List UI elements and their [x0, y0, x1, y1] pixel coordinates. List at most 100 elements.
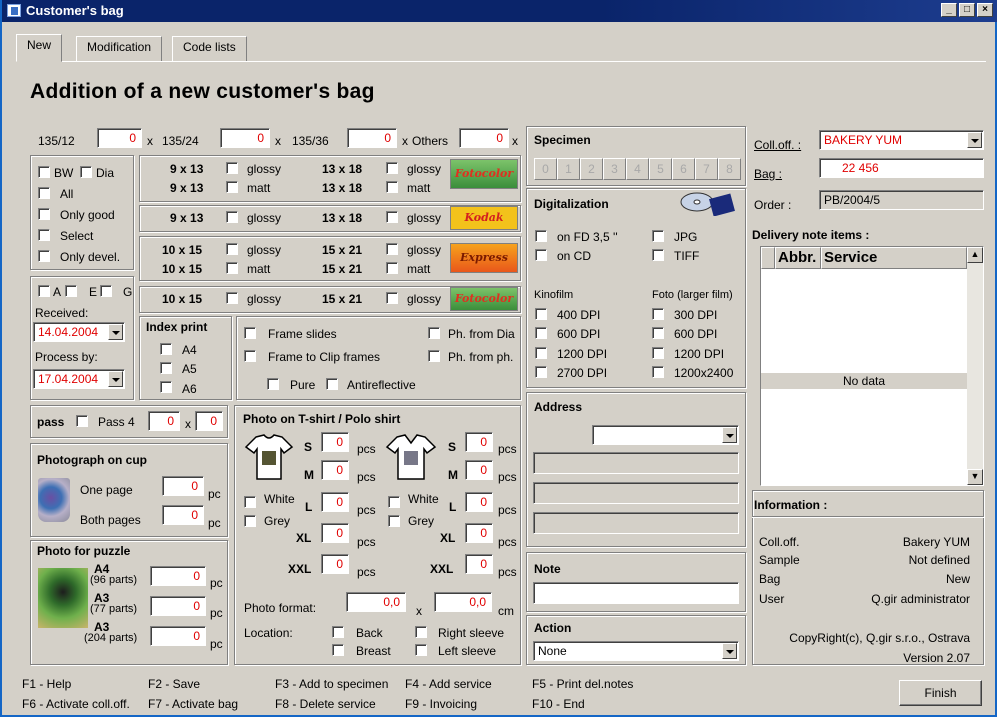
specimen-button-8[interactable]: 8 [718, 158, 741, 180]
scroll-up-icon[interactable]: ▲ [967, 247, 983, 263]
matt-15x21-checkbox[interactable] [386, 262, 398, 274]
location-left-sleeve-checkbox[interactable] [415, 644, 427, 656]
abbr-column-header[interactable]: Abbr. [775, 247, 821, 269]
foto-600-checkbox[interactable] [652, 327, 664, 339]
specimen-button-3[interactable]: 3 [603, 158, 626, 180]
tshirt-white-checkbox[interactable] [244, 496, 256, 508]
puzzle-a4-input[interactable]: 0 [150, 566, 206, 586]
tshirt-l-input[interactable]: 0 [321, 492, 349, 512]
finish-button[interactable]: Finish [899, 680, 982, 706]
chevron-down-icon[interactable] [722, 643, 737, 659]
ph-from-ph-checkbox[interactable] [428, 350, 440, 362]
address-line-1[interactable] [533, 452, 739, 474]
pass-value-2[interactable]: 0 [195, 411, 223, 431]
film-135-12-input[interactable]: 0 [97, 128, 142, 148]
tshirt-s-input[interactable]: 0 [321, 432, 349, 452]
close-button[interactable]: × [977, 3, 993, 17]
antireflective-checkbox[interactable] [326, 378, 338, 390]
tiff-checkbox[interactable] [652, 249, 664, 261]
polo-xl-input[interactable]: 0 [465, 523, 493, 543]
service-column-header[interactable]: Service [821, 247, 967, 269]
all-checkbox[interactable] [38, 187, 50, 199]
bw-checkbox[interactable] [38, 166, 50, 178]
polo-s-input[interactable]: 0 [465, 432, 493, 452]
g-checkbox[interactable] [100, 285, 112, 297]
e-checkbox[interactable] [65, 285, 77, 297]
chevron-down-icon[interactable] [108, 371, 123, 387]
photo-format-width-input[interactable]: 0,0 [346, 592, 406, 612]
chevron-down-icon[interactable] [722, 427, 737, 443]
frame-slides-checkbox[interactable] [244, 327, 256, 339]
coll-off-select[interactable]: BAKERY YUM [819, 130, 984, 150]
address-select[interactable] [592, 425, 739, 445]
tab-new[interactable]: New [16, 34, 63, 62]
film-others-input[interactable]: 0 [459, 128, 509, 148]
tshirt-xl-input[interactable]: 0 [321, 523, 349, 543]
received-date-picker[interactable]: 14.04.2004 [33, 322, 125, 342]
on-fd-checkbox[interactable] [535, 230, 547, 242]
kino-1200-checkbox[interactable] [535, 347, 547, 359]
frame-clip-checkbox[interactable] [244, 350, 256, 362]
only-devel-checkbox[interactable] [38, 250, 50, 262]
glossy-13x18-checkbox[interactable] [386, 162, 398, 174]
process-date-picker[interactable]: 17.04.2004 [33, 369, 125, 389]
puzzle-a3b-input[interactable]: 0 [150, 626, 206, 646]
glossy-15x21-checkbox[interactable] [386, 243, 398, 255]
index-a4-checkbox[interactable] [160, 343, 172, 355]
delivery-scrollbar[interactable]: ▲ ▼ [967, 247, 983, 485]
note-input[interactable] [533, 582, 739, 604]
matt-10x15-checkbox[interactable] [226, 262, 238, 274]
tshirt-m-input[interactable]: 0 [321, 460, 349, 480]
kino-2700-checkbox[interactable] [535, 366, 547, 378]
film-135-24-input[interactable]: 0 [220, 128, 270, 148]
scroll-down-icon[interactable]: ▼ [967, 469, 983, 485]
photo-format-height-input[interactable]: 0,0 [434, 592, 492, 612]
polo-xxl-input[interactable]: 0 [465, 554, 493, 574]
tshirt-xxl-input[interactable]: 0 [321, 554, 349, 574]
specimen-button-0[interactable]: 0 [534, 158, 557, 180]
foto-1200-checkbox[interactable] [652, 347, 664, 359]
specimen-button-5[interactable]: 5 [649, 158, 672, 180]
glossy-15x21-b-checkbox[interactable] [386, 292, 398, 304]
index-a6-checkbox[interactable] [160, 381, 172, 393]
dia-checkbox[interactable] [80, 166, 92, 178]
pass4-checkbox[interactable] [76, 415, 88, 427]
minimize-button[interactable]: _ [941, 3, 957, 17]
glossy-9x13-checkbox[interactable] [226, 162, 238, 174]
jpg-checkbox[interactable] [652, 230, 664, 242]
a-checkbox[interactable] [38, 285, 50, 297]
pure-checkbox[interactable] [267, 378, 279, 390]
on-cd-checkbox[interactable] [535, 249, 547, 261]
cup-one-page-input[interactable]: 0 [162, 476, 204, 496]
only-good-checkbox[interactable] [38, 208, 50, 220]
glossy-10x15-checkbox[interactable] [226, 243, 238, 255]
chevron-down-icon[interactable] [108, 324, 123, 340]
action-select[interactable]: None [533, 641, 739, 661]
specimen-button-6[interactable]: 6 [672, 158, 695, 180]
select-checkbox[interactable] [38, 229, 50, 241]
film-135-36-input[interactable]: 0 [347, 128, 397, 148]
bag-input[interactable]: 22 456 [819, 158, 984, 178]
foto-300-checkbox[interactable] [652, 308, 664, 320]
polo-white-checkbox[interactable] [388, 496, 400, 508]
address-line-3[interactable] [533, 512, 739, 534]
maximize-button[interactable]: □ [959, 3, 975, 17]
matt-9x13-checkbox[interactable] [226, 181, 238, 193]
glossy-9x13-kodak-checkbox[interactable] [226, 211, 238, 223]
location-breast-checkbox[interactable] [332, 644, 344, 656]
address-line-2[interactable] [533, 482, 739, 504]
glossy-13x18-kodak-checkbox[interactable] [386, 211, 398, 223]
tab-modification[interactable]: Modification [76, 36, 163, 62]
matt-13x18-checkbox[interactable] [386, 181, 398, 193]
tshirt-grey-checkbox[interactable] [244, 515, 256, 527]
polo-grey-checkbox[interactable] [388, 515, 400, 527]
foto-1200x2400-checkbox[interactable] [652, 366, 664, 378]
chevron-down-icon[interactable] [967, 132, 982, 148]
ph-from-dia-checkbox[interactable] [428, 327, 440, 339]
puzzle-a3-input[interactable]: 0 [150, 596, 206, 616]
polo-m-input[interactable]: 0 [465, 460, 493, 480]
kino-600-checkbox[interactable] [535, 327, 547, 339]
index-a5-checkbox[interactable] [160, 362, 172, 374]
kino-400-checkbox[interactable] [535, 308, 547, 320]
polo-l-input[interactable]: 0 [465, 492, 493, 512]
